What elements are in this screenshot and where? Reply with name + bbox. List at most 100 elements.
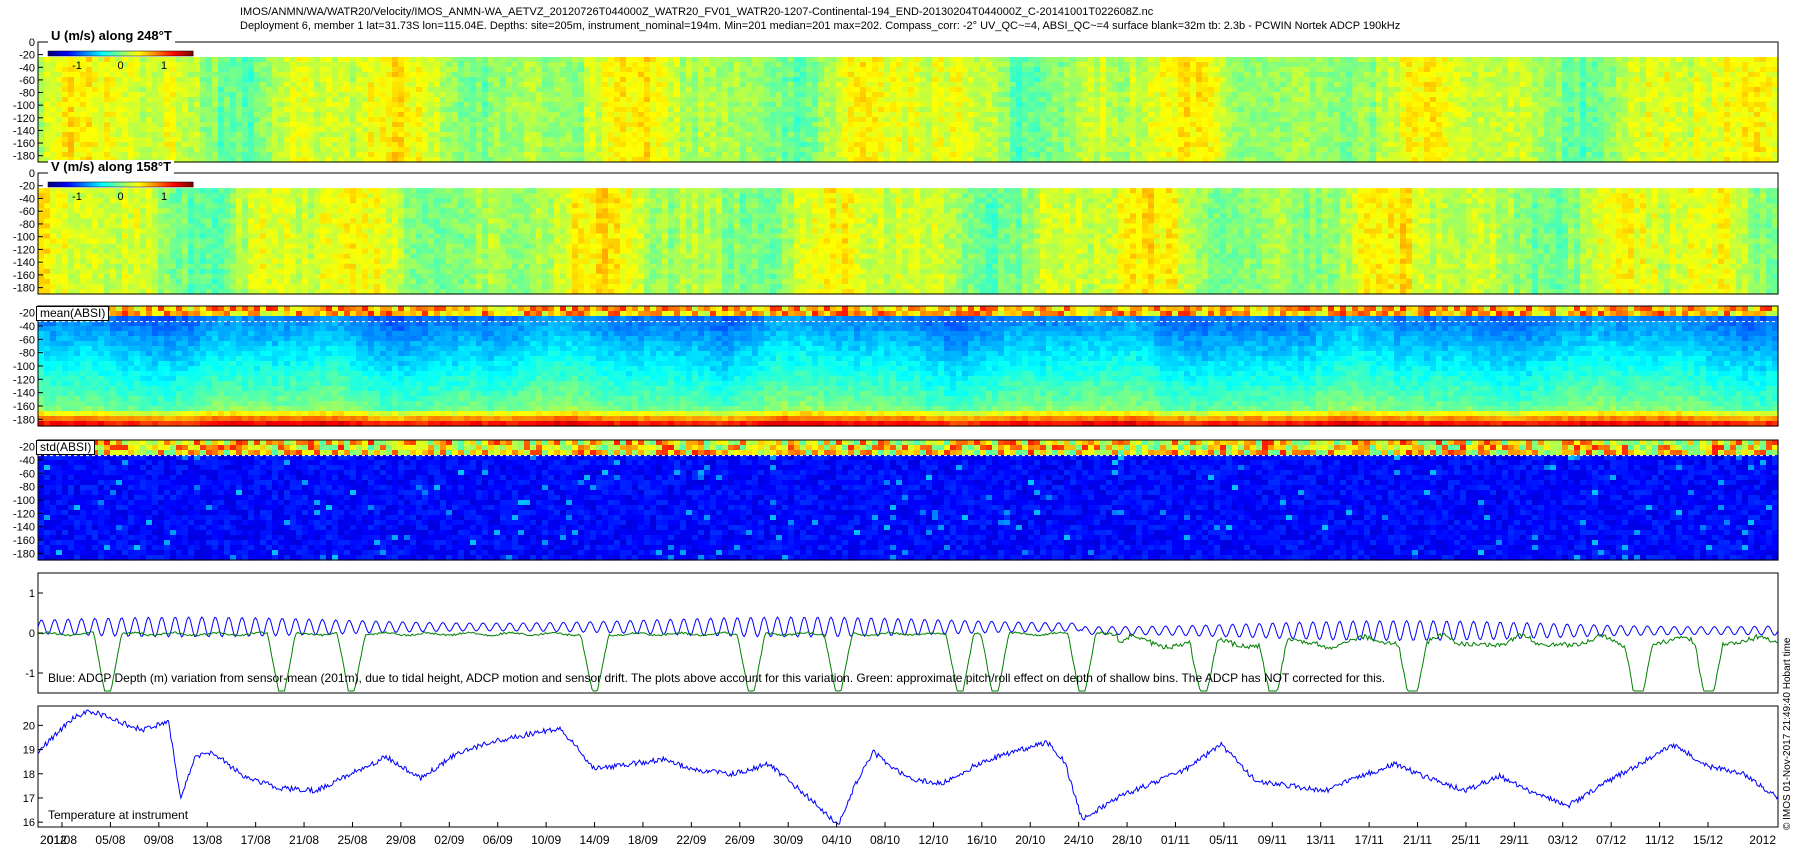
panel-v-ytick-label: -20 [19,181,35,193]
x-tick-label: 04/10 [822,833,852,847]
x-tick-label: 22/09 [676,833,706,847]
panel-v-ytick-label: -160 [13,270,35,282]
colorbar-v-tick-label: 1 [161,191,167,203]
panel-u-ytick-label: -40 [19,62,35,74]
panel-mean-ytick-label: -60 [19,334,35,346]
panel-temp-ytick-label: 18 [23,769,35,781]
x-tick-label: 10/09 [531,833,561,847]
panel-std-ytick-label: -180 [13,548,35,560]
v-panel-title: V (m/s) along 158°T [48,160,175,174]
panel-depth-ytick-label: 1 [29,588,35,600]
panel-temp-ytick-label: 16 [23,817,35,829]
panel-frame-temp [37,705,1779,828]
x-tick-label: 15/12 [1693,833,1723,847]
panel-std-ytick-label: -160 [13,535,35,547]
x-tick-label: 06/09 [483,833,513,847]
x-tick-label: 21/08 [289,833,319,847]
x-tick-label: 25/11 [1451,833,1480,847]
panel-std-ytick-label: -40 [19,455,35,467]
file-path-header: IMOS/ANMN/WA/WATR20/Velocity/IMOS_ANMN-W… [240,6,1153,18]
u-panel-title: U (m/s) along 248°T [48,29,175,43]
x-tick-label: 26/09 [725,833,755,847]
adcp-figure: 0-20-40-60-80-100-120-140-160-1800-20-40… [13,37,1779,847]
panel-v-ytick-label: -100 [13,232,35,244]
panel-temp-ytick-label: 19 [23,745,35,757]
panel-mean-ytick-label: -120 [13,374,35,386]
panel-std-ytick-label: -20 [19,442,35,454]
x-tick-label: 16/10 [967,833,997,847]
colorbar-v-tick-label: -1 [72,191,82,203]
x-tick-label: 09/08 [144,833,174,847]
panel-u-ytick-label: -120 [13,113,35,125]
heatmap-std [38,440,1779,561]
x-tick-label: 28/10 [1112,833,1142,847]
x-tick-label: 25/08 [337,833,367,847]
panel-u-ytick-label: -140 [13,125,35,137]
x-tick-label: 29/11 [1500,833,1529,847]
panel-v-ytick-label: -140 [13,257,35,269]
x-tick-label: 21/11 [1403,833,1432,847]
x-tick-label: 17/08 [241,833,271,847]
panel-v-ytick-label: -80 [19,219,35,231]
panel-v-ytick-label: -40 [19,193,35,205]
x-tick-label: 02/09 [434,833,464,847]
panel-temp-ytick-label: 17 [23,793,35,805]
x-tick-label: 05/08 [95,833,125,847]
colorbar-v-tick-label: 0 [117,191,123,203]
x-tick-label: 13/08 [192,833,222,847]
panel-v-ytick-label: 0 [29,168,35,180]
x-tick-label: 07/12 [1596,833,1626,847]
colorbar-u-tick-label: 1 [161,60,167,72]
x-tick-label: 24/10 [1064,833,1094,847]
panel-std-ytick-label: -140 [13,522,35,534]
panel-v-ytick-label: -60 [19,206,35,218]
panel-u-ytick-label: -60 [19,75,35,87]
panel-depth-ytick-label: -1 [25,668,35,680]
x-tick-label: 11/12 [1645,833,1674,847]
heatmap-mean [38,306,1779,427]
depth-variation-note: Blue: ADCP Depth (m) variation from sens… [48,671,1385,685]
panel-mean-ytick-label: -160 [13,401,35,413]
panel-mean-ytick-label: -140 [13,388,35,400]
panel-depth-ytick-label: 0 [29,628,35,640]
x-year-right-label: 2012 [1749,833,1776,847]
mean-absi-title: mean(ABSI) [36,306,110,321]
panel-std-ytick-label: -120 [13,508,35,520]
x-tick-label: 05/11 [1209,833,1238,847]
x-tick-label: 12/10 [918,833,948,847]
x-year-left-label: 2012 [40,833,67,847]
x-tick-label: 14/09 [580,833,610,847]
panel-std-ytick-label: -80 [19,482,35,494]
heatmap-u [38,42,1779,163]
x-tick-label: 17/11 [1355,833,1384,847]
colorbar-u-tick-label: 0 [117,60,123,72]
timestamp-side-note: © IMOS 01-Nov-2017 21:49:40 Hobart time [1782,638,1793,830]
panel-std-ytick-label: -100 [13,495,35,507]
x-tick-label: 03/12 [1548,833,1578,847]
panel-u-ytick-label: -100 [13,100,35,112]
panel-mean-ytick-label: -180 [13,414,35,426]
heatmap-v [38,173,1779,295]
x-tick-label: 09/11 [1258,833,1287,847]
panel-u-ytick-label: 0 [29,37,35,49]
panel-std-ytick-label: -60 [19,468,35,480]
panel-mean-ytick-label: -20 [19,308,35,320]
deployment-info-header: Deployment 6, member 1 lat=31.73S lon=11… [240,20,1400,32]
colorbar-u-tick-label: -1 [72,60,82,72]
panel-u-ytick-label: -20 [19,50,35,62]
x-tick-label: 01/11 [1161,833,1190,847]
panel-temp-ytick-label: 20 [23,720,35,732]
panel-mean-ytick-label: -80 [19,348,35,360]
panel-u-ytick-label: -80 [19,88,35,100]
x-tick-label: 18/09 [628,833,658,847]
panel-u-ytick-label: -160 [13,138,35,150]
x-tick-label: 30/09 [773,833,803,847]
panel-v-ytick-label: -120 [13,244,35,256]
panel-v-ytick-label: -180 [13,283,35,295]
temperature-note: Temperature at instrument [48,808,188,822]
x-tick-label: 13/11 [1306,833,1335,847]
panel-mean-ytick-label: -100 [13,361,35,373]
x-tick-label: 20/10 [1015,833,1045,847]
panel-mean-ytick-label: -40 [19,321,35,333]
x-tick-label: 29/08 [386,833,416,847]
